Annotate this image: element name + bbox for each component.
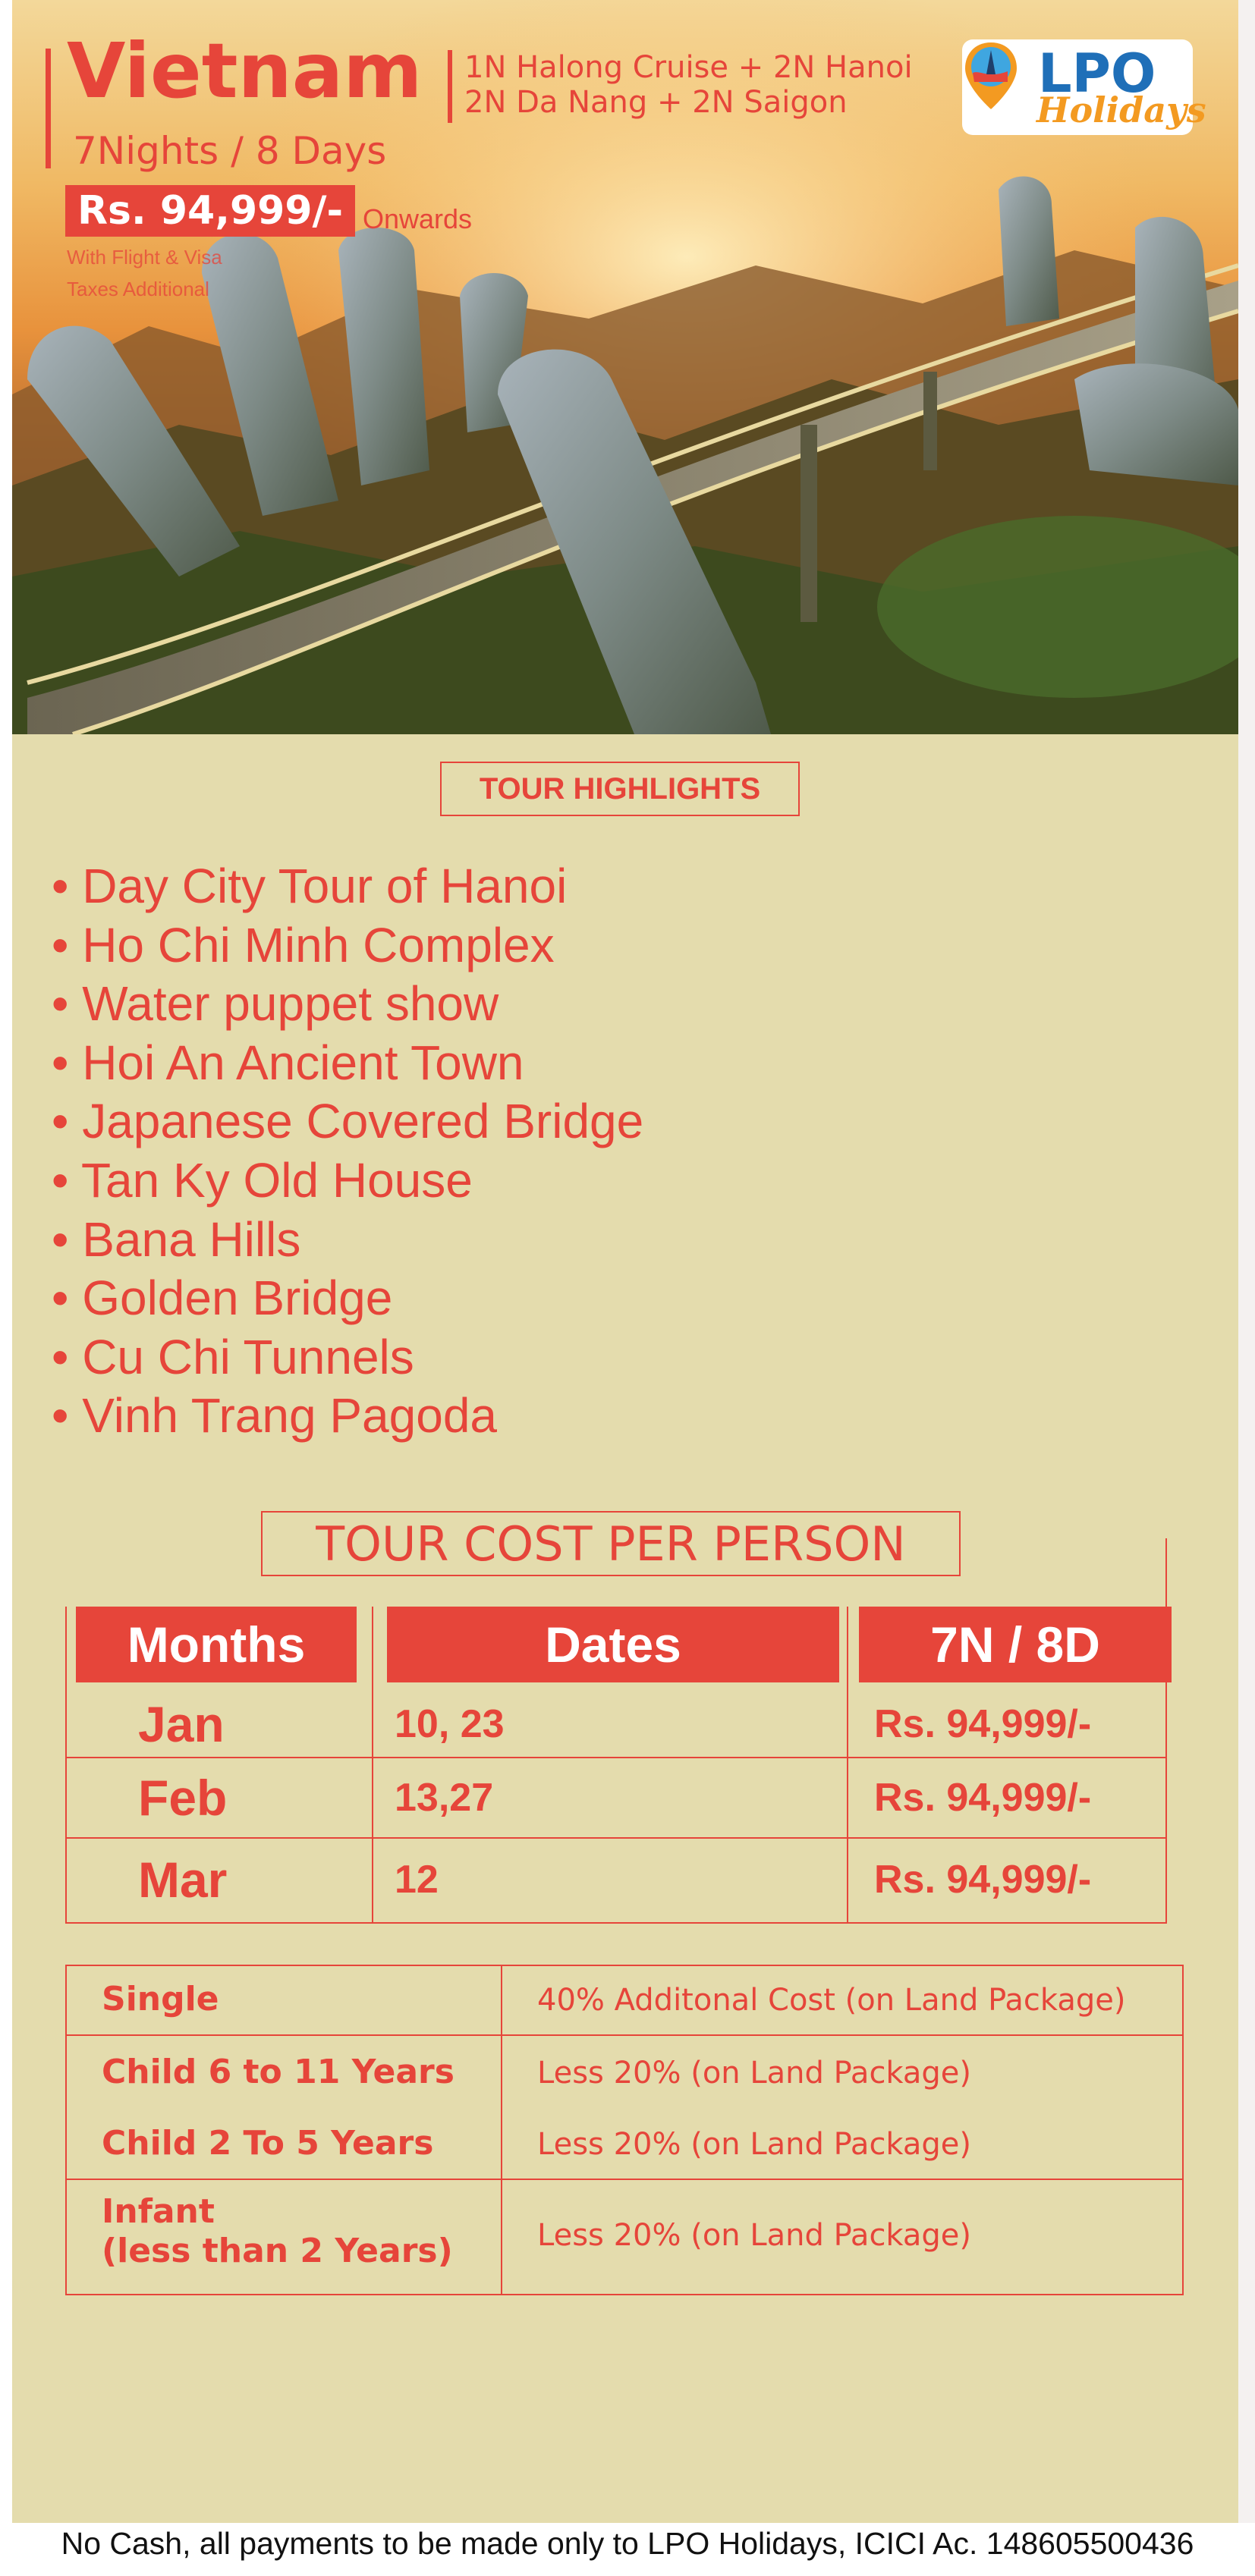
- child-2-5-value: Less 20% (on Land Package): [537, 2127, 972, 2162]
- infant-label-line-2: (less than 2 Years): [102, 2232, 453, 2270]
- child-6-11-value: Less 20% (on Land Package): [537, 2056, 972, 2091]
- list-item: • Day City Tour of Hanoi: [52, 859, 568, 913]
- single-label: Single: [102, 1980, 219, 2018]
- table-border: [501, 1965, 502, 2295]
- supplement-pricing-table: Single 40% Additonal Cost (on Land Packa…: [65, 1965, 1184, 2295]
- table-cell-month: Jan: [138, 1696, 225, 1752]
- table-border: [65, 2034, 1184, 2036]
- table-border: [65, 1965, 67, 2295]
- list-item: • Ho Chi Minh Complex: [52, 917, 555, 972]
- list-item: • Japanese Covered Bridge: [52, 1094, 644, 1149]
- route-line-2: 2N Da Nang + 2N Saigon: [464, 85, 848, 120]
- route-info: 1N Halong Cruise + 2N Hanoi 2N Da Nang +…: [464, 50, 913, 120]
- map-pin-icon: [965, 42, 1017, 109]
- table-border: [65, 1965, 1184, 1966]
- price-notes: With Flight & Visa Taxes Additional: [67, 241, 222, 305]
- price-badge: Rs. 94,999/-: [65, 185, 356, 237]
- duration-text: 7Nights / 8 Days: [73, 129, 387, 173]
- route-divider: [448, 50, 452, 123]
- list-item: • Golden Bridge: [52, 1271, 393, 1326]
- list-item: • Cu Chi Tunnels: [52, 1329, 414, 1384]
- table-border: [65, 2294, 1184, 2295]
- table-border: [65, 1922, 1167, 1924]
- table-border: [1182, 1965, 1184, 2295]
- route-line-1: 1N Halong Cruise + 2N Hanoi: [464, 50, 913, 85]
- poster: Vietnam 7Nights / 8 Days 1N Halong Cruis…: [12, 0, 1238, 2523]
- tour-cost-heading: TOUR COST PER PERSON: [261, 1511, 961, 1576]
- table-border: [65, 2179, 1184, 2180]
- tour-highlights-heading: TOUR HIGHLIGHTS: [440, 762, 800, 816]
- tour-highlights-heading-text: TOUR HIGHLIGHTS: [479, 771, 761, 806]
- table-border: [65, 1607, 67, 1924]
- list-item: • Bana Hills: [52, 1211, 301, 1267]
- table-cell-dates: 12: [395, 1858, 439, 1902]
- note-flight-visa: With Flight & Visa: [67, 246, 222, 269]
- column-header-months: Months: [76, 1607, 357, 1682]
- child-6-11-label: Child 6 to 11 Years: [102, 2053, 455, 2091]
- title-accent-bar: [46, 49, 51, 168]
- page-edge-strip: [1238, 0, 1255, 2523]
- tour-cost-heading-text: TOUR COST PER PERSON: [316, 1516, 906, 1572]
- table-border: [65, 1757, 1167, 1758]
- list-item: • Tan Ky Old House: [52, 1152, 473, 1208]
- table-cell-price: Rs. 94,999/-: [874, 1776, 1092, 1820]
- tour-cost-table: Months Dates 7N / 8D Jan 10, 23 Rs. 94,9…: [65, 1607, 1172, 1924]
- table-border: [65, 1837, 1167, 1839]
- column-header-package: 7N / 8D: [859, 1607, 1172, 1682]
- table-border: [847, 1607, 848, 1924]
- infant-label-line-1: Infant: [102, 2192, 215, 2231]
- list-item: • Water puppet show: [52, 976, 499, 1032]
- cost-heading-connector: [1165, 1538, 1167, 1610]
- table-cell-price: Rs. 94,999/-: [874, 1858, 1092, 1902]
- onwards-label: Onwards: [363, 203, 473, 234]
- infant-label: Infant (less than 2 Years): [102, 2192, 453, 2271]
- payment-footer-note: No Cash, all payments to be made only to…: [61, 2526, 1194, 2561]
- list-item: • Hoi An Ancient Town: [52, 1035, 524, 1090]
- note-taxes: Taxes Additional: [67, 278, 209, 300]
- lpo-holidays-logo: LPO Holidays: [962, 39, 1206, 135]
- destination-title: Vietnam: [67, 27, 423, 115]
- list-item: • Vinh Trang Pagoda: [52, 1388, 497, 1444]
- column-header-dates: Dates: [387, 1607, 839, 1682]
- highlights-list: • Day City Tour of Hanoi • Ho Chi Minh C…: [52, 857, 643, 1446]
- table-cell-month: Feb: [138, 1770, 228, 1826]
- hero-photo-golden-bridge: Vietnam 7Nights / 8 Days 1N Halong Cruis…: [12, 0, 1238, 734]
- table-cell-month: Mar: [138, 1852, 228, 1908]
- logo-sub-text: Holidays: [1036, 90, 1206, 130]
- single-value: 40% Additonal Cost (on Land Package): [537, 1983, 1126, 2018]
- child-2-5-label: Child 2 To 5 Years: [102, 2124, 434, 2163]
- infant-value: Less 20% (on Land Package): [537, 2218, 972, 2253]
- table-cell-price: Rs. 94,999/-: [874, 1702, 1092, 1746]
- table-cell-dates: 13,27: [395, 1776, 494, 1820]
- table-border: [372, 1607, 373, 1924]
- table-cell-dates: 10, 23: [395, 1702, 505, 1746]
